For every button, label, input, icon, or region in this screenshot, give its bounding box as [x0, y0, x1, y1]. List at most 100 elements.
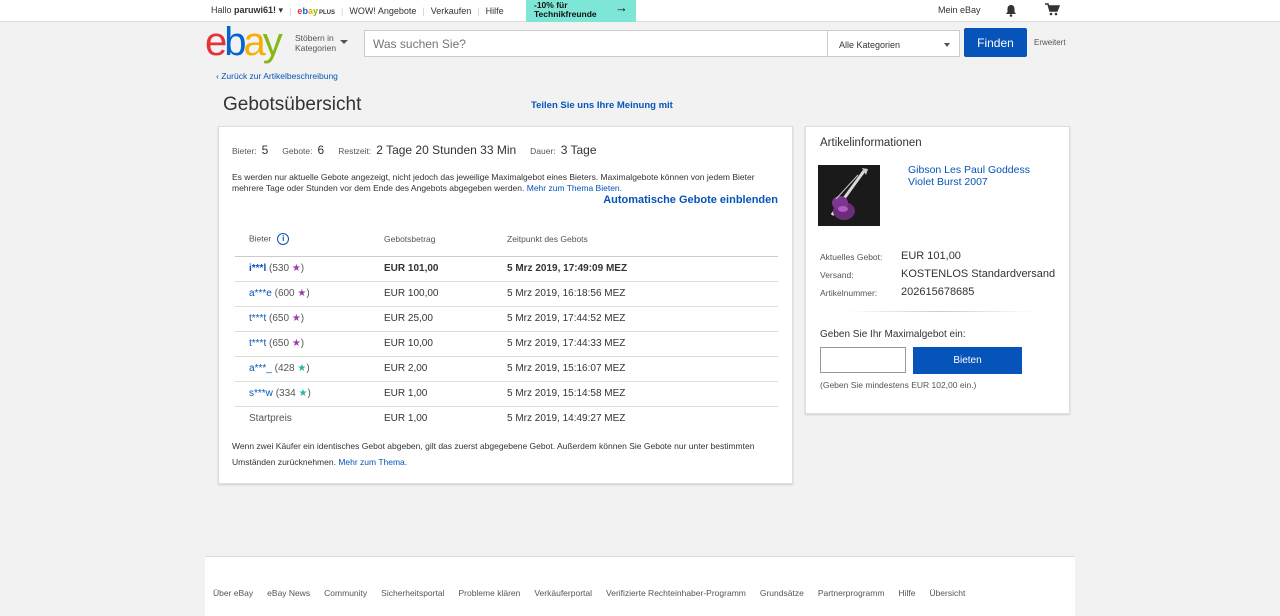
my-ebay-link[interactable]: Mein eBay [938, 5, 981, 15]
bid-amount: EUR 25,00 [384, 306, 507, 332]
shop-by-category[interactable]: Stöbern in Kategorien [295, 33, 336, 53]
category-select[interactable]: Alle Kategorien [828, 30, 960, 57]
footer-link-help[interactable]: Hilfe [898, 588, 915, 598]
username: paruwi61! [234, 5, 277, 15]
logo-e: e [205, 20, 227, 64]
bidder-name[interactable]: t***t [249, 313, 266, 324]
category-value: Alle Kategorien [839, 40, 901, 50]
shop-by-line-2: Kategorien [295, 43, 337, 53]
feedback-score[interactable]: 650 [272, 338, 289, 349]
bidder-name[interactable]: i***l [249, 263, 266, 274]
learn-more-bidding-link[interactable]: Mehr zum Thema Bieten. [527, 183, 622, 193]
footer-link-about[interactable]: Über eBay [213, 588, 253, 598]
shipping-label: Versand: [820, 270, 854, 280]
current-bid-label: Aktuelles Gebot: [820, 252, 883, 262]
feedback-score[interactable]: 600 [278, 288, 295, 299]
plus-y: y [312, 5, 318, 16]
minimum-bid-note: (Geben Sie mindestens EUR 102,00 ein.) [820, 380, 977, 390]
table-row: s***w (334 ★) EUR 1,00 5 Mrz 2019, 15:14… [235, 381, 778, 407]
bid-time: 5 Mrz 2019, 17:44:52 MEZ [507, 306, 778, 332]
intro-text: Es werden nur aktuelle Gebote angezeigt,… [232, 172, 780, 194]
intro-body: Es werden nur aktuelle Gebote angezeigt,… [232, 172, 755, 193]
greeting-text: Hallo [211, 5, 232, 15]
logo-a: a [243, 20, 266, 64]
item-thumbnail[interactable] [818, 165, 880, 226]
starting-price-time: 5 Mrz 2019, 14:49:27 MEZ [507, 413, 626, 425]
table-header: Bieter i Gebotsbetrag Zeitpunkt des Gebot… [235, 223, 778, 257]
starting-price-amount: EUR 1,00 [384, 413, 428, 425]
footer-link-vero[interactable]: Verifizierte Rechteinhaber-Programm [606, 588, 746, 598]
top-bar: Hallo paruwi61! ▾ | ebayPLUS | WOW! Ange… [0, 0, 1280, 22]
bidder-header-label: Bieter [249, 233, 272, 244]
footer-link-affiliates[interactable]: Partnerprogramm [818, 588, 885, 598]
star-icon: ★ [297, 288, 307, 299]
bidders-value: 5 [261, 143, 269, 157]
bid-button[interactable]: Bieten [913, 347, 1022, 374]
max-bid-label: Geben Sie Ihr Maximalgebot ein: [820, 329, 966, 340]
shipping-value: KOSTENLOS Standardversand [901, 268, 1056, 280]
table-row: t***t (650 ★) EUR 25,00 5 Mrz 2019, 17:4… [235, 306, 778, 332]
star-icon: ★ [298, 388, 308, 399]
bids-table: Bieter i Gebotsbetrag Zeitpunkt des Gebot… [235, 223, 778, 431]
footer-link-seller[interactable]: Verkäuferportal [534, 588, 592, 598]
footnote: Wenn zwei Käufer ein identisches Gebot a… [232, 438, 780, 470]
info-icon[interactable]: i [277, 233, 290, 246]
feedback-score[interactable]: 650 [272, 313, 289, 324]
plus-label: PLUS [318, 9, 335, 16]
bidder-name[interactable]: a***e [249, 288, 272, 299]
show-automatic-bids-link[interactable]: Automatische Gebote einblenden [603, 194, 778, 206]
feedback-link[interactable]: Teilen Sie uns Ihre Meinung mit [531, 100, 673, 111]
footer-link-news[interactable]: eBay News [267, 588, 310, 598]
starting-price-label: Startpreis [249, 413, 292, 425]
bell-icon[interactable] [1005, 4, 1017, 20]
star-icon: ★ [297, 363, 307, 374]
back-link-label: Zurück zur Artikelbeschreibung [221, 71, 338, 81]
bid-amount: EUR 101,00 [384, 256, 507, 282]
advanced-search-link[interactable]: Erweitert [1034, 38, 1066, 47]
item-number-value: 202615678685 [901, 286, 975, 298]
item-info-card: Artikelinformationen Gibson Les Paul God… [805, 126, 1070, 414]
greeting[interactable]: Hallo paruwi61! ▾ [211, 5, 283, 16]
feedback-score[interactable]: 334 [279, 388, 296, 399]
bid-amount: EUR 100,00 [384, 281, 507, 307]
bidder-name[interactable]: s***w [249, 388, 273, 399]
footer-link-policies[interactable]: Grundsätze [760, 588, 804, 598]
bidder-name[interactable]: a***_ [249, 363, 272, 374]
find-button[interactable]: Finden [964, 28, 1027, 57]
sell-link[interactable]: Verkaufen [431, 6, 472, 16]
bid-amount: EUR 2,00 [384, 356, 507, 382]
back-to-item-link[interactable]: ‹ Zurück zur Artikelbeschreibung [216, 71, 338, 81]
help-link[interactable]: Hilfe [486, 6, 504, 16]
learn-more-link[interactable]: Mehr zum Thema. [338, 457, 407, 467]
page-title: Gebotsübersicht [223, 94, 362, 115]
cart-icon[interactable] [1045, 3, 1061, 19]
current-bid-value: EUR 101,00 [901, 250, 961, 262]
ebay-plus-link[interactable]: ebayPLUS [297, 6, 335, 16]
table-row: i***l (530 ★) EUR 101,00 5 Mrz 2019, 17:… [235, 256, 778, 282]
time-left-value: 2 Tage 20 Stunden 33 Min [376, 143, 517, 157]
logo-y: y [262, 20, 283, 64]
search-input[interactable] [364, 30, 828, 57]
max-bid-input[interactable] [820, 347, 906, 373]
bid-time: 5 Mrz 2019, 17:49:09 MEZ [507, 256, 778, 282]
time-left-label: Restzeit: [338, 146, 372, 156]
top-left-links: Hallo paruwi61! ▾ | ebayPLUS | WOW! Ange… [211, 5, 504, 16]
item-title-link[interactable]: Gibson Les Paul Goddess Violet Burst 200… [908, 164, 1030, 188]
starting-price-row: Startpreis EUR 1,00 5 Mrz 2019, 14:49:27… [235, 406, 778, 431]
feedback-score[interactable]: 530 [272, 263, 289, 274]
bid-amount: EUR 10,00 [384, 331, 507, 357]
feedback-score[interactable]: 428 [278, 363, 295, 374]
footer-link-community[interactable]: Community [324, 588, 367, 598]
star-icon: ★ [291, 263, 301, 274]
bidder-header: Bieter i [235, 223, 384, 257]
bid-time: 5 Mrz 2019, 17:44:33 MEZ [507, 331, 778, 357]
bidder-name[interactable]: t***t [249, 338, 266, 349]
footer-link-sitemap[interactable]: Übersicht [929, 588, 965, 598]
time-header: Zeitpunkt des Gebots [507, 223, 778, 257]
wow-deals-link[interactable]: WOW! Angebote [349, 6, 416, 16]
promo-banner[interactable]: -10% für Technikfreunde → [526, 0, 636, 22]
footer-link-resolution[interactable]: Probleme klären [458, 588, 520, 598]
bid-amount: EUR 1,00 [384, 381, 507, 407]
footer-link-security[interactable]: Sicherheitsportal [381, 588, 444, 598]
ebay-logo[interactable]: ebay [205, 20, 283, 64]
